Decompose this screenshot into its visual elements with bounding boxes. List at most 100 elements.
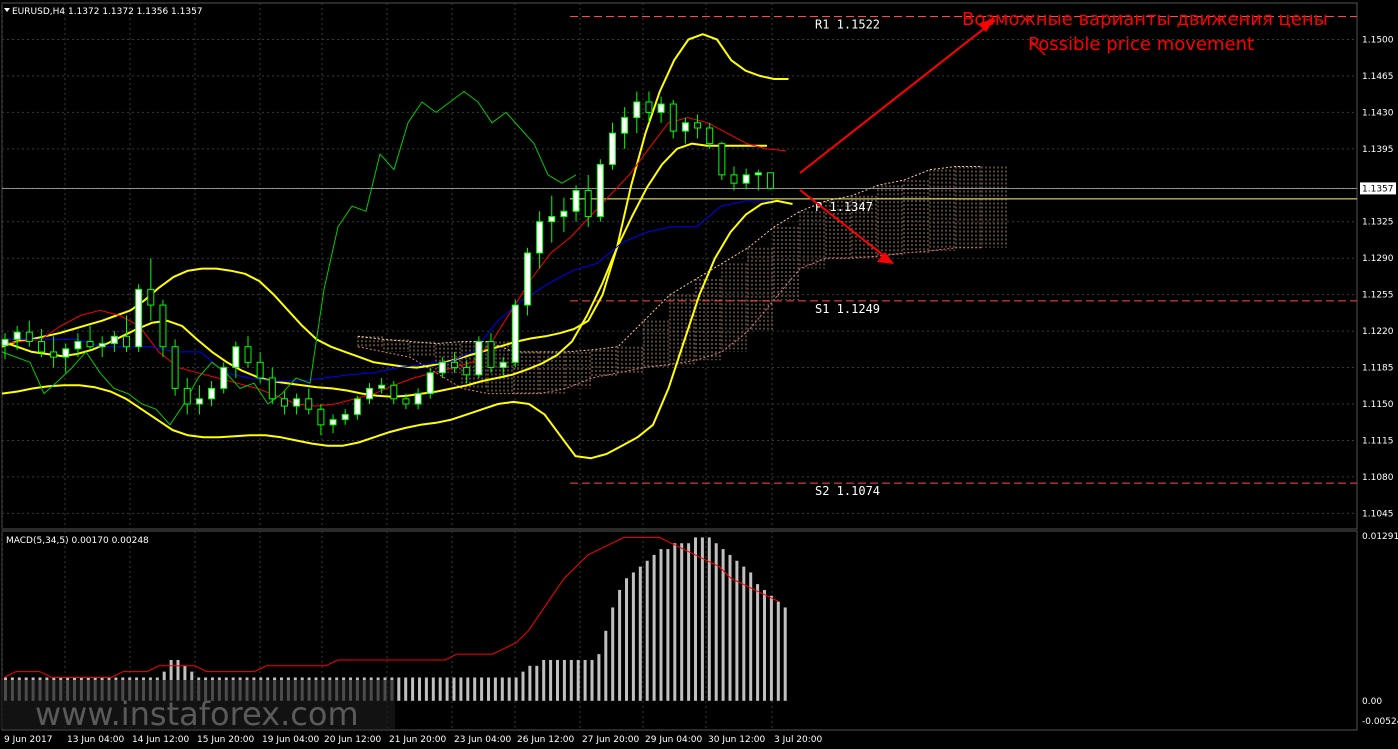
price-tick-label: 1.1150 xyxy=(1362,400,1394,410)
candle-body xyxy=(572,189,580,212)
macd-bar xyxy=(756,584,760,701)
annotation-ru: Возможные варианты движения цены xyxy=(962,9,1328,30)
macd-bar xyxy=(549,659,553,701)
candle-body xyxy=(694,122,702,129)
level-label-s1: S1 1.1249 xyxy=(815,302,880,316)
price-tick-label: 1.1465 xyxy=(1362,72,1394,82)
macd-bar xyxy=(493,677,497,701)
candle-body xyxy=(159,304,167,348)
candle-body xyxy=(730,174,738,184)
candle-body xyxy=(98,343,106,348)
watermark-text: www.instaforex.com xyxy=(35,695,359,733)
price-tick-label: 1.1500 xyxy=(1362,35,1394,45)
macd-bar xyxy=(480,677,484,701)
macd-bar xyxy=(714,543,718,701)
candle-body xyxy=(657,103,665,113)
time-tick-label: 9 Jun 2017 xyxy=(4,735,52,745)
trading-chart: R1 1.1522 P 1.1347 S1 1.1249 S2 1.1074 1.15… xyxy=(0,0,1398,749)
candle-body xyxy=(414,393,422,405)
macd-bar xyxy=(590,659,594,701)
price-tick-label: 1.1185 xyxy=(1362,364,1394,374)
candle-body xyxy=(123,335,130,348)
macd-bar xyxy=(631,572,635,701)
time-tick-label: 21 Jun 20:00 xyxy=(389,735,446,745)
time-tick-label: 15 Jun 20:00 xyxy=(197,735,254,745)
candle-body xyxy=(293,398,301,407)
macd-bar xyxy=(521,671,525,701)
macd-bar xyxy=(645,560,649,701)
level-label-r1: R1 1.1522 xyxy=(815,18,880,32)
candle-body xyxy=(718,143,726,176)
macd-bar xyxy=(487,677,490,701)
candle-body xyxy=(244,346,252,363)
candle-body xyxy=(329,419,337,426)
candle-body xyxy=(754,172,762,176)
candle-body xyxy=(195,398,203,405)
candle-body xyxy=(681,122,689,132)
macd-bar xyxy=(604,630,608,701)
macd-bar xyxy=(535,665,539,701)
candle-body xyxy=(451,361,459,369)
macd-bar xyxy=(542,659,546,701)
macd-bar xyxy=(466,677,470,701)
candle-body xyxy=(438,361,446,374)
price-tick-label: 1.1115 xyxy=(1362,436,1394,446)
time-tick-label: 20 Jun 12:00 xyxy=(324,735,381,745)
candle-body xyxy=(536,221,544,254)
watermark: www.instaforex.com xyxy=(0,680,395,733)
candle-body xyxy=(548,216,556,223)
macd-bar xyxy=(431,677,435,701)
time-tick-label: 30 Jun 12:00 xyxy=(708,735,765,745)
symbol-header: EURUSD,H4 1.1372 1.1372 1.1356 1.1357 xyxy=(12,7,203,17)
candle-body xyxy=(232,346,240,369)
macd-bar xyxy=(687,543,691,701)
price-tick-label: 1.1430 xyxy=(1362,108,1394,118)
price-tick-label: 1.1045 xyxy=(1362,509,1394,519)
macd-bar xyxy=(514,677,518,701)
macd-bar xyxy=(424,677,428,701)
macd-tick-label: 0.01291 xyxy=(1362,532,1398,542)
candle-body xyxy=(147,288,155,306)
macd-bar xyxy=(438,677,442,701)
candle-body xyxy=(499,361,507,369)
macd-bar xyxy=(597,654,601,701)
candle-body xyxy=(487,341,495,369)
candle-body xyxy=(426,372,434,395)
macd-bar xyxy=(659,549,663,701)
macd-bar xyxy=(618,589,622,701)
candle-body xyxy=(463,367,471,376)
macd-bar xyxy=(445,677,449,701)
macd-bar xyxy=(673,543,677,701)
candle-body xyxy=(511,304,519,363)
candle-body xyxy=(37,341,45,353)
price-tick-label: 1.1220 xyxy=(1362,327,1394,337)
macd-bar xyxy=(397,677,401,701)
macd-bar xyxy=(576,659,580,701)
candle-body xyxy=(523,252,531,306)
candle-body xyxy=(390,384,398,400)
candle-body xyxy=(669,103,677,132)
macd-bar xyxy=(404,677,408,701)
candle-body xyxy=(305,398,313,410)
candle-body xyxy=(560,210,568,218)
time-tick-label: 3 Jul 20:00 xyxy=(774,735,823,745)
macd-bar xyxy=(625,578,628,701)
macd-tick-label: 0.00 xyxy=(1362,697,1382,707)
macd-bar xyxy=(742,566,746,701)
macd-bar xyxy=(418,677,421,701)
candle-body xyxy=(50,351,58,358)
macd-bar xyxy=(700,537,704,701)
candle-body xyxy=(110,335,118,345)
candle-body xyxy=(353,398,361,415)
candle-body xyxy=(62,348,70,358)
macd-bar xyxy=(749,572,753,701)
time-tick-label: 19 Jun 04:00 xyxy=(262,735,319,745)
macd-bar xyxy=(652,554,656,701)
candle-body xyxy=(645,101,653,113)
price-tick-label: 1.1325 xyxy=(1362,218,1394,228)
time-tick-label: 26 Jun 12:00 xyxy=(517,735,574,745)
macd-bar xyxy=(638,566,642,701)
macd-bar xyxy=(763,589,766,701)
candle-body xyxy=(402,398,410,405)
candle-body xyxy=(25,331,33,343)
